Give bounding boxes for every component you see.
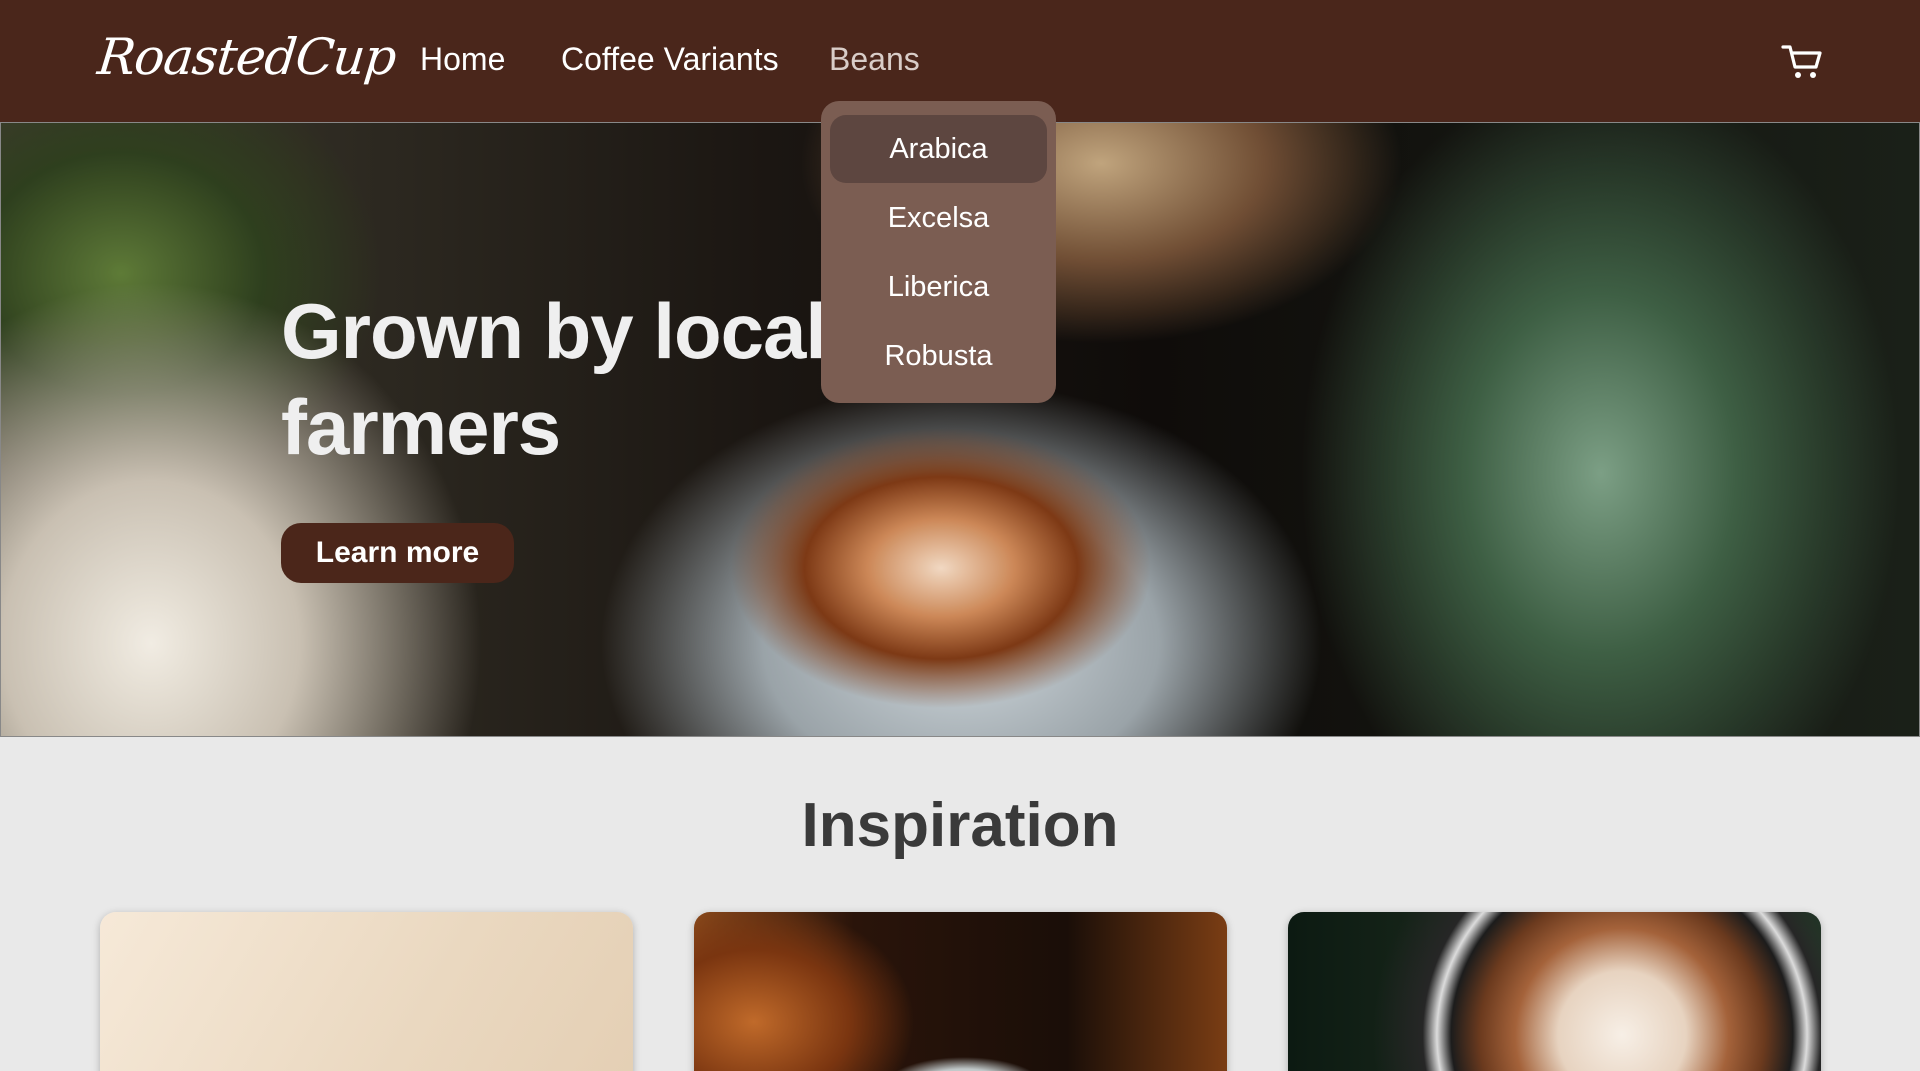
- dropdown-item-excelsa[interactable]: Excelsa: [830, 184, 1047, 252]
- shopping-cart-icon[interactable]: [1780, 42, 1824, 82]
- hero-title: Grown by local farmers: [281, 287, 827, 471]
- nav-link-coffee-variants[interactable]: Coffee Variants: [561, 41, 779, 78]
- inspiration-card[interactable]: [1288, 912, 1821, 1071]
- dropdown-item-arabica[interactable]: Arabica: [830, 115, 1047, 183]
- inspiration-card[interactable]: [694, 912, 1227, 1071]
- beans-dropdown-menu: Arabica Excelsa Liberica Robusta: [821, 101, 1056, 403]
- nav-link-home[interactable]: Home: [420, 41, 505, 78]
- learn-more-button[interactable]: Learn more: [281, 523, 514, 583]
- dropdown-item-liberica[interactable]: Liberica: [830, 253, 1047, 321]
- brand-logo[interactable]: RoastedCup: [95, 28, 398, 86]
- inspiration-heading: Inspiration: [801, 791, 1119, 860]
- dropdown-item-robusta[interactable]: Robusta: [830, 322, 1047, 390]
- inspiration-card[interactable]: [100, 912, 633, 1071]
- nav-link-beans[interactable]: Beans: [829, 41, 920, 78]
